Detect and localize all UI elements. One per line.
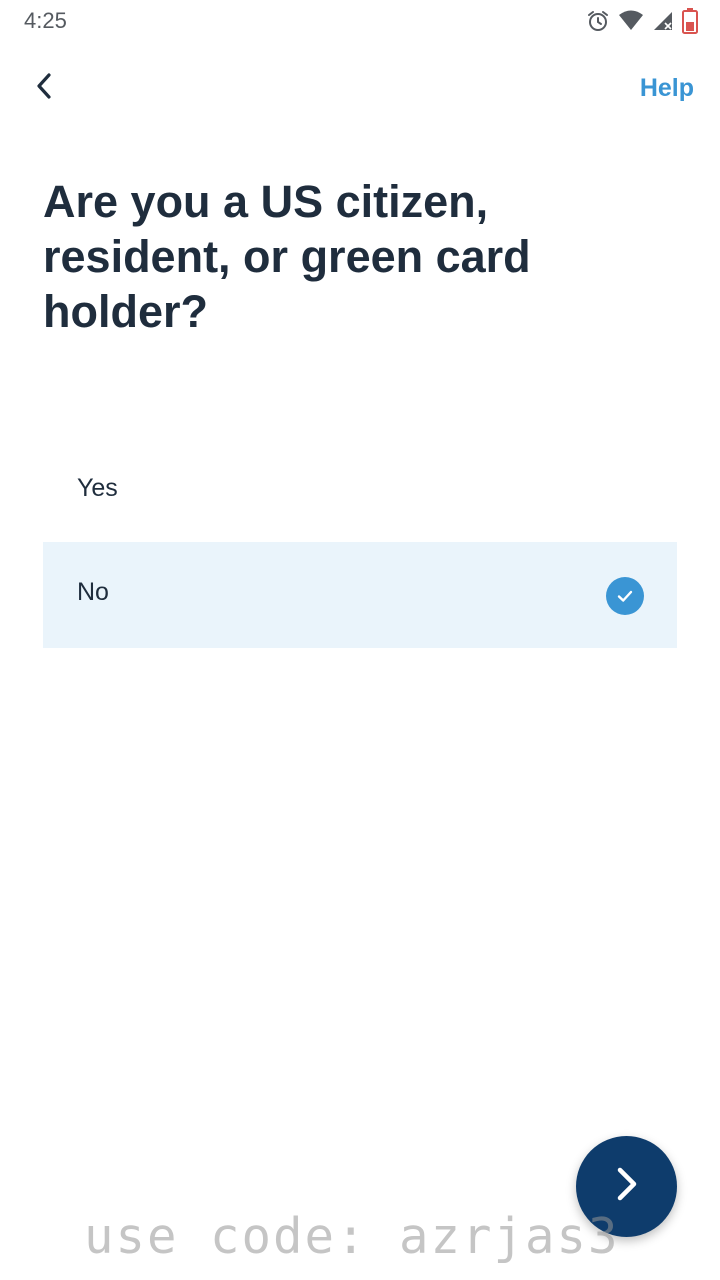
question-title: Are you a US citizen, resident, or green… <box>43 176 531 337</box>
check-icon <box>606 577 644 615</box>
wifi-icon <box>618 10 644 32</box>
battery-icon <box>682 8 698 34</box>
chevron-left-icon <box>34 71 54 106</box>
watermark-text: use code: azrjas3 <box>84 1208 620 1265</box>
status-bar: 4:25 <box>0 0 720 44</box>
alarm-icon <box>586 9 610 33</box>
signal-icon <box>652 10 674 32</box>
back-button[interactable] <box>28 70 60 106</box>
status-time: 4:25 <box>24 8 67 33</box>
option-label: No <box>77 578 109 606</box>
help-link[interactable]: Help <box>640 74 694 103</box>
chevron-right-icon <box>614 1165 640 1208</box>
status-icons <box>586 8 698 34</box>
option-yes[interactable]: Yes <box>43 438 677 544</box>
option-no[interactable]: No <box>43 542 677 648</box>
option-label: Yes <box>77 474 118 502</box>
top-nav: Help <box>0 60 720 120</box>
